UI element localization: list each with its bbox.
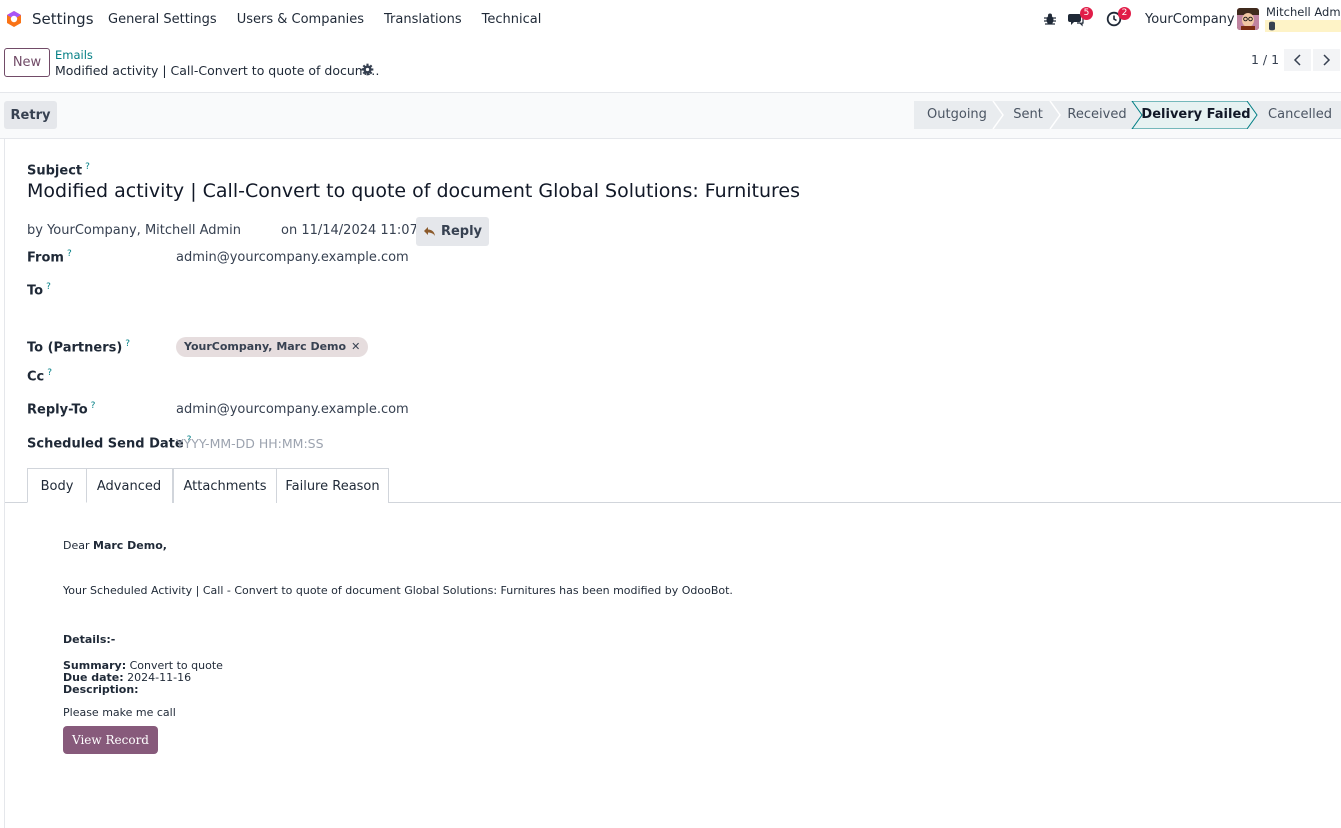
reply-to-label: Reply-To? [27,401,96,418]
chevron-right-icon [1323,54,1331,66]
help-tooltip-icon[interactable]: ? [125,339,130,349]
breadcrumb-emails[interactable]: Emails [55,48,93,62]
breadcrumb-current-record: Modified activity | Call-Convert to quot… [55,63,380,78]
partner-tag[interactable]: YourCompany, Marc Demo ✕ [176,337,369,357]
stage-outgoing[interactable]: Outgoing [914,101,1000,129]
stage-received[interactable]: Received [1056,101,1138,129]
menu-users-companies[interactable]: Users & Companies [237,12,364,27]
database-icon [1269,21,1275,31]
user-name[interactable]: Mitchell Admin [1266,5,1341,19]
messages-button[interactable]: 5 [1068,7,1093,27]
reply-button[interactable]: Reply [416,217,489,246]
help-tooltip-icon[interactable]: ? [46,282,51,292]
help-tooltip-icon[interactable]: ? [47,368,52,378]
user-avatar[interactable] [1237,8,1259,30]
cc-label: Cc? [27,368,53,385]
top-navbar: Settings General Settings Users & Compan… [0,0,1341,38]
recipient-name: Marc Demo, [93,539,167,552]
pager-next-button[interactable] [1313,49,1340,71]
messages-badge: 5 [1080,7,1093,20]
gear-icon[interactable] [361,63,374,76]
from-label: From? [27,249,72,266]
tab-attachments[interactable]: Attachments [173,468,277,503]
reply-icon [423,227,435,236]
bug-icon[interactable] [1042,11,1058,27]
pager-previous-button[interactable] [1284,49,1311,71]
tab-advanced[interactable]: Advanced [86,468,173,503]
help-tooltip-icon[interactable]: ? [67,249,72,259]
stage-cancelled[interactable]: Cancelled [1259,101,1341,129]
reply-button-label: Reply [440,224,483,239]
stage-delivery-failed[interactable]: Delivery Failed [1140,101,1252,129]
tab-failure-reason[interactable]: Failure Reason [276,468,389,503]
author-value: by YourCompany, Mitchell Admin [27,223,242,238]
activities-button[interactable]: 2 [1106,7,1131,27]
to-label: To? [27,282,51,299]
menu-technical[interactable]: Technical [482,12,542,27]
control-panel: New Emails Modified activity | Call-Conv… [0,38,1341,93]
chevron-left-icon [1293,54,1301,66]
subject-label: Subject? [27,162,90,179]
description-value: Please make me call [63,706,176,719]
main-menu: General Settings Users & Companies Trans… [108,12,541,27]
help-tooltip-icon[interactable]: ? [85,162,90,172]
remove-tag-icon[interactable]: ✕ [351,340,360,353]
reply-to-field[interactable]: admin@yourcompany.example.com [176,402,409,417]
company-switcher[interactable]: YourCompany [1145,12,1235,27]
to-partners-label: To (Partners)? [27,339,131,356]
odoo-logo-icon[interactable] [5,10,23,28]
pager-value[interactable]: 1 / 1 [1251,52,1279,67]
mail-message: Your Scheduled Activity | Call - Convert… [63,584,733,597]
mail-greeting: Dear Marc Demo, [63,539,167,552]
database-indicator [1265,20,1341,32]
menu-translations[interactable]: Translations [384,12,462,27]
partner-tag-label: YourCompany, Marc Demo [184,340,347,353]
tab-body[interactable]: Body [27,468,87,503]
stage-sent[interactable]: Sent [1000,101,1056,129]
subject-value: Modified activity | Call-Convert to quot… [27,180,800,202]
help-tooltip-icon[interactable]: ? [91,401,96,411]
activities-badge: 2 [1118,7,1131,20]
avatar-image-icon [1237,8,1259,30]
scheduled-date-label: Scheduled Send Date? [27,435,192,452]
scheduled-date-input[interactable]: YYYY-MM-DD HH:MM:SS [176,436,324,451]
new-button[interactable]: New [4,48,50,77]
view-record-button[interactable]: View Record [63,726,158,754]
menu-general-settings[interactable]: General Settings [108,12,217,27]
app-name[interactable]: Settings [32,10,94,28]
status-bar: Retry Outgoing Sent Received Delivery Fa… [0,93,1341,139]
details-heading: Details:- [63,633,116,646]
retry-button[interactable]: Retry [4,101,57,129]
from-field[interactable]: admin@yourcompany.example.com [176,250,409,265]
description-line: Description: [63,683,139,696]
